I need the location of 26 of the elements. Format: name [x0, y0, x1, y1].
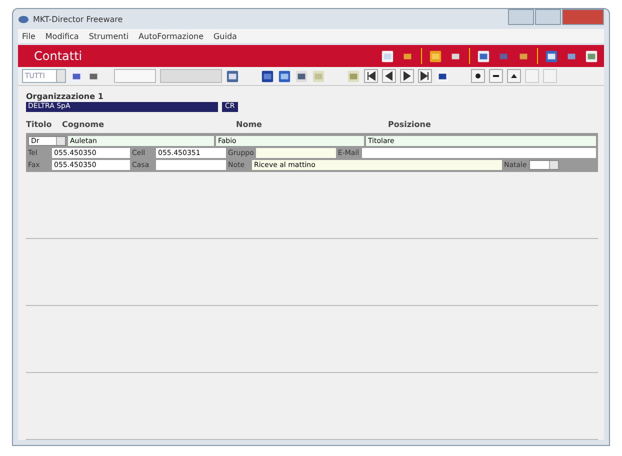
remove-button[interactable] [489, 69, 503, 83]
next-record-button[interactable] [400, 69, 414, 83]
input-field[interactable] [114, 69, 156, 83]
column-header: Titolo [26, 120, 53, 129]
first-record-button[interactable] [364, 69, 378, 83]
app-icon [18, 14, 29, 24]
menu-item[interactable]: Guida [213, 32, 237, 40]
menu-item[interactable]: Strumenti [88, 32, 129, 40]
up-button[interactable] [507, 69, 521, 83]
input-field[interactable] [156, 160, 226, 170]
window-title: MKT-Director Freeware [33, 14, 123, 24]
prev-record-button[interactable] [382, 69, 396, 83]
input-field[interactable] [362, 148, 596, 158]
column-header: Posizione [388, 120, 431, 129]
add-button[interactable] [471, 69, 485, 83]
menu-item[interactable]: Modifica [45, 32, 79, 40]
column-header: Nome [236, 120, 263, 129]
menu-item[interactable]: AutoFormazione [138, 32, 204, 40]
column-header: Cognome [62, 120, 106, 129]
input-field[interactable] [256, 148, 336, 158]
header-title: Contatti [34, 49, 82, 63]
input-field[interactable] [160, 69, 222, 83]
menu-item[interactable]: File [22, 32, 36, 40]
section-label: Organizzazione 1 [26, 92, 104, 101]
last-record-button[interactable] [418, 69, 432, 83]
dropdown-field[interactable] [528, 160, 559, 170]
